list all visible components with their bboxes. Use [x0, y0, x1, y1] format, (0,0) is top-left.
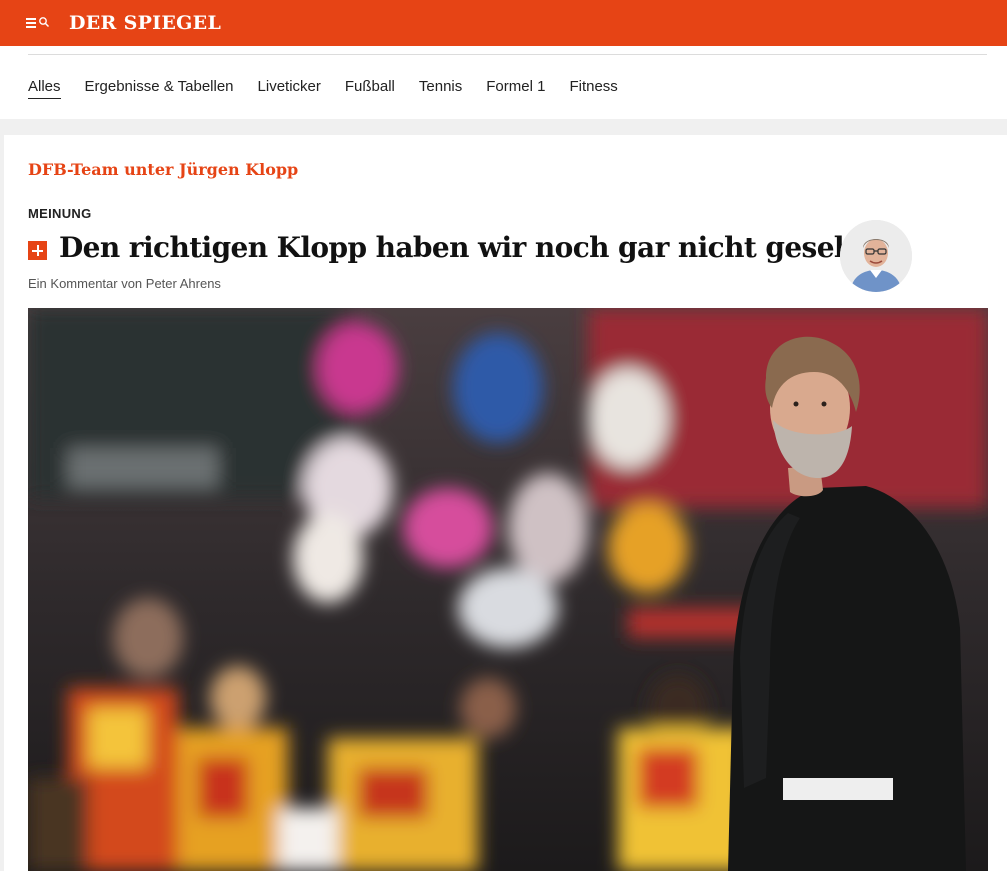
nav-tabs: Alles Ergebnisse & Tabellen Liveticker F… [28, 78, 642, 99]
menu-line-icon [26, 22, 36, 24]
tab-liveticker[interactable]: Liveticker [258, 78, 321, 99]
opinion-label: MEINUNG [28, 206, 92, 221]
spiegel-plus-icon [28, 241, 47, 260]
article-headline[interactable]: Den richtigen Klopp haben wir noch gar n… [59, 231, 891, 264]
author-avatar[interactable] [840, 220, 912, 292]
menu-line-icon [26, 26, 36, 28]
tab-formel-1[interactable]: Formel 1 [486, 78, 545, 99]
menu-search-button[interactable] [26, 14, 50, 32]
tab-tennis[interactable]: Tennis [419, 78, 462, 99]
topic-kicker[interactable]: DFB-Team unter Jürgen Klopp [28, 160, 298, 179]
hero-image [28, 308, 988, 871]
byline: Ein Kommentar von Peter Ahrens [28, 276, 221, 291]
section-nav: Alles Ergebnisse & Tabellen Liveticker F… [0, 46, 1007, 119]
article-teaser: DFB-Team unter Jürgen Klopp MEINUNG Den … [4, 135, 1007, 871]
top-bar: DER SPIEGEL [0, 0, 1007, 46]
author-portrait [840, 220, 912, 292]
tab-fussball[interactable]: Fußball [345, 78, 395, 99]
hero-photo[interactable] [28, 308, 988, 871]
tab-fitness[interactable]: Fitness [569, 78, 617, 99]
menu-line-icon [26, 18, 36, 20]
divider [28, 54, 987, 55]
tab-alles[interactable]: Alles [28, 78, 61, 99]
search-icon [39, 17, 50, 28]
tab-ergebnisse-tabellen[interactable]: Ergebnisse & Tabellen [85, 78, 234, 99]
spiegel-logo[interactable]: DER SPIEGEL [69, 12, 221, 34]
